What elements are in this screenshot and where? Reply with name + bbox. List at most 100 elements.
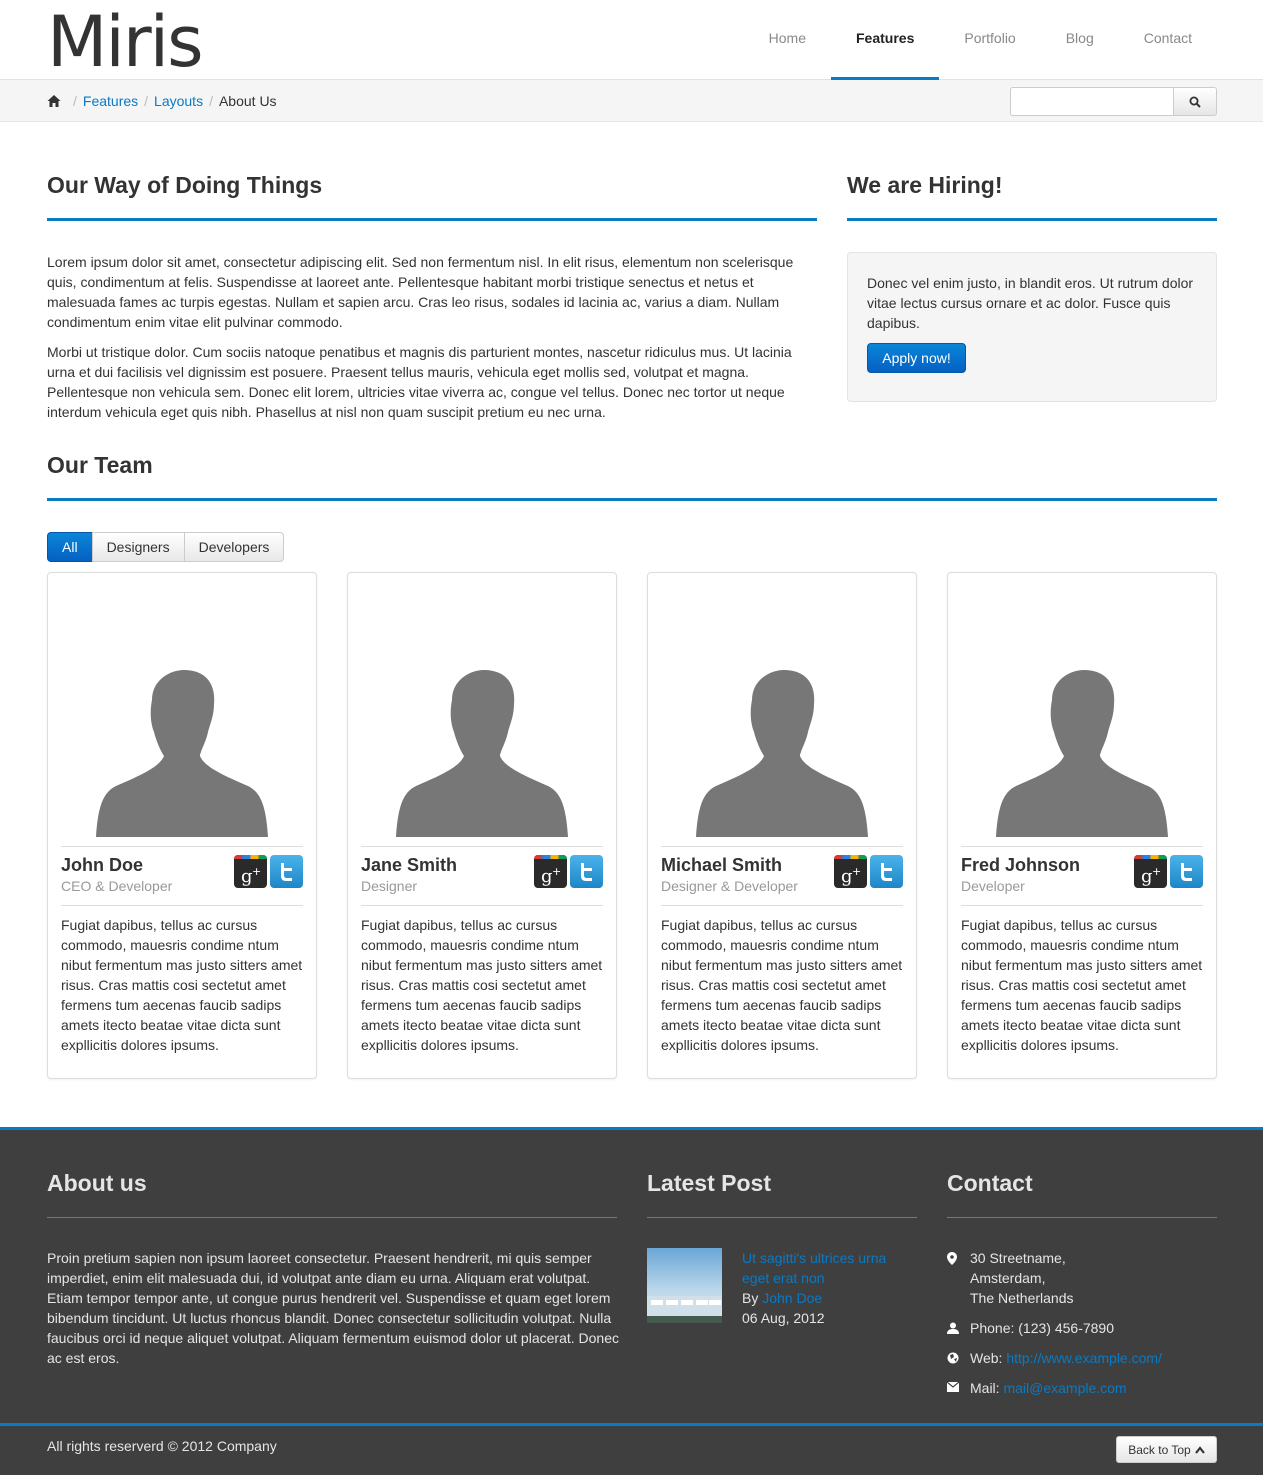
nav-contact[interactable]: Contact (1119, 0, 1217, 80)
hiring-text: Donec vel enim justo, in blandit eros. U… (867, 275, 1194, 331)
breadcrumb-separator: / (73, 93, 77, 109)
member-bio: Fugiat dapibus, tellus ac cursus commodo… (661, 917, 903, 1053)
contact-web: Web: http://www.example.com/ (947, 1348, 1162, 1368)
footer-about-title: About us (47, 1170, 147, 1196)
team-title: Our Team (47, 452, 153, 478)
google-plus-icon[interactable]: g + (534, 855, 567, 888)
footer-about-text: Proin pretium sapien non ipsum laoreet c… (47, 1250, 619, 1366)
home-icon[interactable] (47, 94, 61, 108)
footer-contact-title: Contact (947, 1170, 1033, 1196)
breadcrumb: / Features / Layouts / About Us (47, 80, 277, 122)
hiring-box: Donec vel enim justo, in blandit eros. U… (847, 252, 1217, 402)
avatar-placeholder-icon (396, 670, 568, 837)
post-thumbnail[interactable] (647, 1248, 722, 1323)
twitter-icon[interactable] (570, 855, 603, 888)
svg-text:+: + (852, 865, 861, 878)
search-button[interactable] (1173, 87, 1217, 116)
filter-all[interactable]: All (47, 532, 93, 562)
card-divider (661, 846, 903, 847)
svg-text:g: g (541, 866, 553, 887)
web-label: Web: (970, 1350, 1003, 1366)
contact-phone: Phone: (123) 456-7890 (947, 1318, 1114, 1338)
svg-text:+: + (1152, 865, 1161, 878)
bottom-bar: All rights reserverd © 2012 Company Back… (0, 1423, 1263, 1475)
nav-features[interactable]: Features (831, 0, 940, 80)
twitter-icon[interactable] (270, 855, 303, 888)
latest-post-byline: By John Doe (742, 1288, 822, 1308)
hiring-rule (847, 218, 1217, 221)
breadcrumb-features[interactable]: Features (83, 80, 138, 122)
breadcrumb-bar: / Features / Layouts / About Us (0, 80, 1263, 122)
intro-paragraph-1: Lorem ipsum dolor sit amet, consectetur … (47, 254, 794, 330)
breadcrumb-current: About Us (218, 93, 277, 109)
svg-text:g: g (1141, 866, 1153, 887)
address-line: Amsterdam, (970, 1270, 1046, 1286)
copyright-text: All rights reserverd © 2012 Company (47, 1438, 277, 1454)
filter-developers[interactable]: Developers (183, 532, 285, 562)
footer-divider (647, 1217, 917, 1218)
site-footer: About us Proin pretium sapien non ipsum … (0, 1127, 1263, 1423)
google-plus-icon[interactable]: g + (1134, 855, 1167, 888)
svg-text:+: + (252, 865, 261, 878)
filter-designers[interactable]: Designers (91, 532, 185, 562)
member-name: Jane Smith (361, 855, 458, 875)
avatar-placeholder-icon (696, 670, 868, 837)
card-divider (61, 905, 303, 906)
avatar-placeholder-icon (996, 670, 1168, 837)
address-line: The Netherlands (970, 1290, 1074, 1306)
web-link[interactable]: http://www.example.com/ (1006, 1348, 1162, 1368)
byline-label: By (742, 1290, 759, 1306)
chevron-up-icon (1194, 1445, 1205, 1454)
card-divider (961, 846, 1203, 847)
member-bio: Fugiat dapibus, tellus ac cursus commodo… (361, 917, 603, 1053)
member-role: CEO & Developer (61, 878, 173, 894)
member-role: Designer & Developer (661, 878, 798, 894)
address-line: 30 Streetname, (970, 1250, 1066, 1266)
hiring-title: We are Hiring! (847, 172, 1003, 198)
svg-text:g: g (241, 866, 253, 887)
twitter-icon[interactable] (870, 855, 903, 888)
nav-portfolio[interactable]: Portfolio (939, 0, 1040, 80)
google-plus-icon[interactable]: g + (234, 855, 267, 888)
back-to-top-button[interactable]: Back to Top (1116, 1436, 1217, 1463)
mail-label: Mail: (970, 1380, 1000, 1396)
card-divider (361, 846, 603, 847)
latest-post-author-link[interactable]: John Doe (762, 1290, 822, 1306)
mail-link[interactable]: mail@example.com (1003, 1378, 1126, 1398)
user-icon (947, 1322, 959, 1334)
svg-text:g: g (841, 866, 853, 887)
latest-post-date: 06 Aug, 2012 (742, 1310, 825, 1326)
google-plus-icon[interactable]: g + (834, 855, 867, 888)
team-card: Fred Johnson Developer g + Fugiat dapibus… (947, 572, 1217, 1079)
team-card: John Doe CEO & Developer g + Fugiat dapib… (47, 572, 317, 1079)
twitter-icon[interactable] (1170, 855, 1203, 888)
team-card: Michael Smith Designer & Developer g + Fu… (647, 572, 917, 1079)
site-header: Miris Home Features Portfolio Blog Conta… (0, 0, 1263, 82)
nav-blog[interactable]: Blog (1041, 0, 1119, 80)
footer-latest-post-title: Latest Post (647, 1170, 771, 1196)
site-logo[interactable]: Miris (47, 2, 204, 82)
member-bio: Fugiat dapibus, tellus ac cursus commodo… (61, 917, 303, 1053)
main-nav: Home Features Portfolio Blog Contact (744, 0, 1217, 80)
search-input[interactable] (1010, 87, 1173, 116)
contact-mail: Mail: mail@example.com (947, 1378, 1127, 1398)
member-role: Designer (361, 878, 418, 894)
breadcrumb-separator: / (209, 93, 213, 109)
nav-home[interactable]: Home (744, 0, 831, 80)
contact-address: 30 Streetname, Amsterdam, The Netherland… (947, 1248, 1074, 1308)
member-name: Fred Johnson (961, 855, 1081, 875)
breadcrumb-separator: / (144, 93, 149, 109)
member-name: John Doe (61, 855, 144, 875)
card-divider (961, 905, 1203, 906)
search-form (1010, 87, 1217, 116)
apply-button[interactable]: Apply now! (867, 343, 966, 373)
avatar-placeholder-icon (96, 670, 268, 837)
latest-post-link[interactable]: Ut sagitti's ultrices urna eget erat non (742, 1248, 917, 1288)
envelope-icon (947, 1382, 959, 1392)
intro-title: Our Way of Doing Things (47, 172, 323, 198)
phone-text: Phone: (123) 456-7890 (970, 1320, 1114, 1336)
member-role: Developer (961, 878, 1025, 894)
map-marker-icon (947, 1252, 957, 1265)
breadcrumb-layouts[interactable]: Layouts (154, 80, 203, 122)
member-name: Michael Smith (661, 855, 783, 875)
